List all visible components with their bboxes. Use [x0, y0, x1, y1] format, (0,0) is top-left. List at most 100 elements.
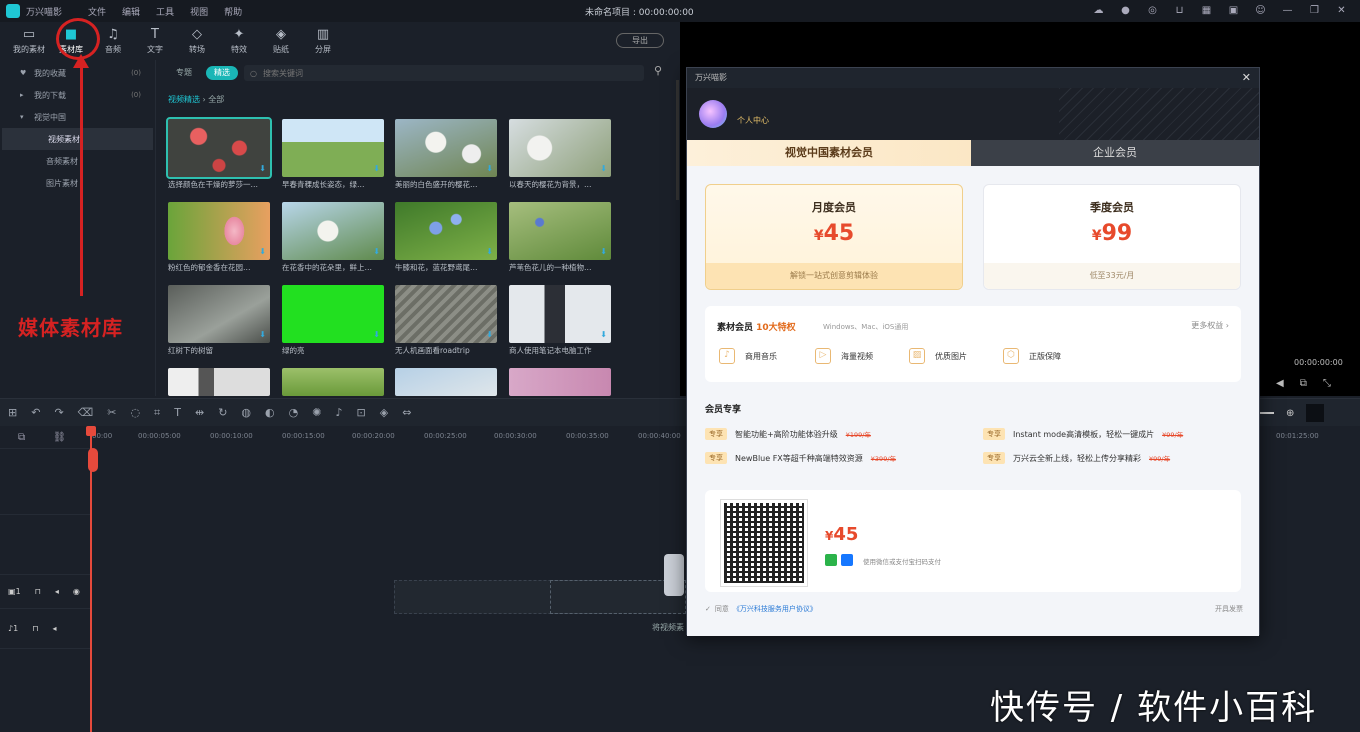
media-thumb[interactable]: ⬇: [509, 119, 611, 177]
download-icon[interactable]: ⬇: [373, 330, 380, 339]
download-icon[interactable]: ⬇: [600, 247, 607, 256]
tab-transitions[interactable]: ◇ 转场: [176, 22, 218, 60]
plan-card-quarterly[interactable]: 季度会员 ¥99 低至33元/月: [983, 184, 1241, 290]
cart-icon[interactable]: ⊔: [1173, 4, 1186, 17]
mask-icon[interactable]: ◍: [241, 406, 251, 419]
add-track-icon[interactable]: ⧉: [18, 432, 25, 443]
check-icon[interactable]: ✓: [705, 605, 711, 613]
media-thumb[interactable]: ⬇: [282, 285, 384, 343]
layout-icon[interactable]: ⊞: [8, 406, 17, 419]
close-icon[interactable]: ✕: [1242, 68, 1251, 88]
tab-stickers[interactable]: ◈ 贴纸: [260, 22, 302, 60]
tree-item-vcg[interactable]: ▾ 视觉中国: [0, 106, 155, 128]
media-thumb[interactable]: ⬇: [395, 119, 497, 177]
media-thumb[interactable]: ⬇: [168, 285, 270, 343]
menu-edit[interactable]: 编辑: [122, 5, 140, 18]
plan-card-monthly[interactable]: 月度会员 ¥45 解锁一站式创意剪辑体验: [705, 184, 963, 290]
redo-icon[interactable]: ↷: [54, 406, 63, 419]
filter-topics[interactable]: 专题: [168, 66, 200, 80]
browser-scrollbar[interactable]: [676, 80, 679, 200]
download-icon[interactable]: ⬇: [600, 330, 607, 339]
download-icon[interactable]: ⬇: [373, 247, 380, 256]
username[interactable]: 个人中心: [737, 115, 769, 126]
fullscreen-icon[interactable]: ⤡: [1323, 378, 1331, 389]
playhead[interactable]: [90, 428, 92, 732]
mute-icon[interactable]: ◂: [55, 587, 59, 596]
tab-effects[interactable]: ✦ 特效: [218, 22, 260, 60]
undo-icon[interactable]: ↶: [31, 406, 40, 419]
tab-split-screen[interactable]: ▥ 分屏: [302, 22, 344, 60]
menu-help[interactable]: 帮助: [224, 5, 242, 18]
link-icon[interactable]: ⛓: [53, 432, 66, 443]
speed-icon[interactable]: ◔: [289, 406, 299, 419]
download-icon[interactable]: ⬇: [486, 330, 493, 339]
menu-file[interactable]: 文件: [88, 5, 106, 18]
agreement-link[interactable]: 《万兴科技服务用户协议》: [733, 604, 817, 614]
download-icon[interactable]: ⬇: [486, 247, 493, 256]
media-thumb[interactable]: [395, 368, 497, 396]
grid-icon[interactable]: ▦: [1200, 4, 1213, 17]
media-thumb[interactable]: ⬇: [168, 202, 270, 260]
tab-my-media[interactable]: ▭ 我的素材: [8, 22, 50, 60]
split-icon[interactable]: ⇹: [195, 406, 204, 419]
lock-icon[interactable]: ⊓: [35, 587, 41, 596]
tree-item-images[interactable]: 图片素材: [0, 172, 155, 194]
snapshot-icon[interactable]: ⧉: [1300, 378, 1307, 389]
media-thumb[interactable]: [509, 368, 611, 396]
media-thumb[interactable]: ⬇: [509, 285, 611, 343]
save-icon[interactable]: ▣: [1227, 4, 1240, 17]
media-thumb[interactable]: ⬇: [509, 202, 611, 260]
text-tool-icon[interactable]: T: [174, 406, 181, 419]
media-thumb[interactable]: [168, 368, 270, 396]
media-thumb[interactable]: [282, 368, 384, 396]
menu-tools[interactable]: 工具: [156, 5, 174, 18]
mute-icon[interactable]: ◂: [52, 624, 56, 633]
tip-icon[interactable]: ●: [1119, 4, 1132, 17]
crop-icon[interactable]: ⌗: [154, 406, 160, 420]
color-icon[interactable]: ◐: [265, 406, 275, 419]
rotate-icon[interactable]: ↻: [218, 406, 227, 419]
search-input[interactable]: [262, 68, 623, 78]
audio-tool-icon[interactable]: ♪: [335, 406, 342, 419]
cloud-icon[interactable]: ☁: [1092, 4, 1105, 17]
more-perks-link[interactable]: 更多权益 ›: [1191, 320, 1229, 331]
lock-icon[interactable]: ⊓: [32, 624, 38, 633]
tree-item-downloads[interactable]: ▸ 我的下载 (0): [0, 84, 155, 106]
menu-view[interactable]: 视图: [190, 5, 208, 18]
maximize-icon[interactable]: ❐: [1308, 4, 1321, 17]
tab-vcg-membership[interactable]: 视觉中国素材会员: [687, 140, 971, 166]
panel-splitter[interactable]: [664, 554, 684, 596]
export-button[interactable]: 导出: [616, 33, 664, 48]
delete-icon[interactable]: ⌫: [78, 406, 94, 419]
close-icon[interactable]: ✕: [1335, 4, 1348, 17]
playhead-marker[interactable]: [88, 448, 98, 472]
tab-enterprise-membership[interactable]: 企业会员: [971, 140, 1259, 166]
media-thumb[interactable]: ⬇: [395, 285, 497, 343]
invoice-link[interactable]: 开具发票: [1215, 604, 1243, 614]
tab-titles[interactable]: T 文字: [134, 22, 176, 60]
filter-featured[interactable]: 精选: [206, 66, 238, 80]
headset-icon[interactable]: ◎: [1146, 4, 1159, 17]
minimize-icon[interactable]: —: [1281, 4, 1294, 17]
download-icon[interactable]: ⬇: [486, 164, 493, 173]
tree-item-video[interactable]: 视频素材: [2, 128, 153, 150]
zoom-in-icon[interactable]: ⊕: [1286, 408, 1294, 419]
avatar[interactable]: [699, 100, 727, 128]
tag-icon[interactable]: ◌: [130, 406, 140, 419]
breadcrumb-link[interactable]: 视频精选: [168, 95, 200, 104]
cut-icon[interactable]: ✂: [107, 406, 116, 419]
media-thumb[interactable]: ⬇: [166, 117, 272, 179]
effect-tool-icon[interactable]: ✺: [312, 406, 321, 419]
tree-item-audio[interactable]: 音频素材: [0, 150, 155, 172]
playhead-handle[interactable]: [86, 426, 96, 436]
download-icon[interactable]: ⬇: [373, 164, 380, 173]
download-icon[interactable]: ⬇: [259, 164, 266, 173]
mark-icon[interactable]: [1306, 404, 1325, 422]
stabilize-icon[interactable]: ⊡: [357, 406, 366, 419]
download-icon[interactable]: ⬇: [259, 247, 266, 256]
media-thumb[interactable]: ⬇: [282, 202, 384, 260]
motion-icon[interactable]: ⇔: [402, 406, 411, 419]
keyframe-icon[interactable]: ◈: [380, 406, 388, 419]
account-icon[interactable]: ☺: [1254, 4, 1267, 17]
download-icon[interactable]: ⬇: [259, 330, 266, 339]
